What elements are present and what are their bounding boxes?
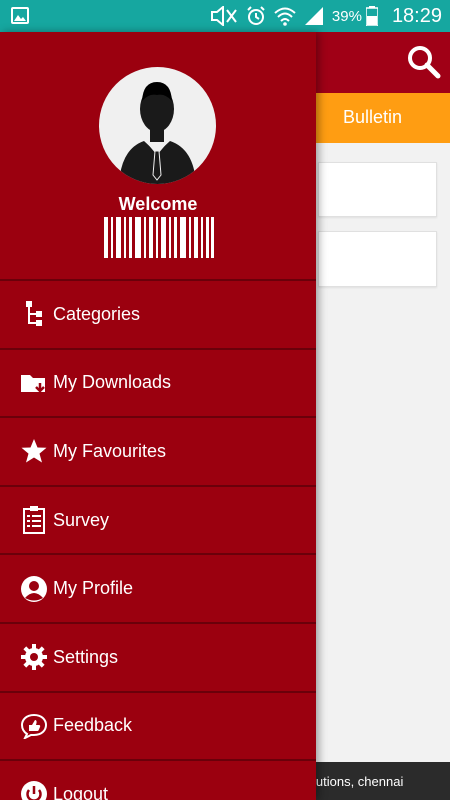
menu-item-label: My Downloads bbox=[53, 372, 172, 393]
clipboard-icon bbox=[20, 506, 48, 535]
menu-item-label: Survey bbox=[53, 509, 110, 530]
barcode-image bbox=[104, 217, 214, 258]
battery-percent: 39% bbox=[331, 7, 362, 25]
power-icon bbox=[20, 780, 48, 800]
drawer-menu: Categories My Downloads My Favourites Su… bbox=[0, 279, 316, 800]
menu-item-my-downloads[interactable]: My Downloads bbox=[0, 347, 316, 417]
menu-item-my-favourites[interactable]: My Favourites bbox=[0, 416, 316, 485]
feedback-icon bbox=[20, 712, 48, 740]
mute-icon bbox=[210, 6, 237, 26]
menu-item-label: Logout bbox=[53, 783, 109, 800]
menu-item-categories[interactable]: Categories bbox=[0, 279, 316, 348]
battery-icon bbox=[365, 6, 378, 26]
wifi-icon bbox=[274, 7, 296, 26]
bulletin-card[interactable] bbox=[318, 231, 437, 287]
status-bar: 39% 18:29 bbox=[0, 0, 450, 32]
menu-item-label: Feedback bbox=[53, 715, 133, 736]
search-icon[interactable] bbox=[406, 44, 442, 80]
menu-item-label: My Profile bbox=[53, 578, 134, 599]
menu-item-logout[interactable]: Logout bbox=[0, 759, 316, 800]
footer-text: lutions, chennai bbox=[313, 774, 404, 789]
profile-icon bbox=[20, 575, 48, 603]
user-silhouette-icon bbox=[119, 82, 196, 184]
categories-tree-icon bbox=[20, 300, 48, 328]
signal-icon bbox=[304, 7, 323, 25]
menu-item-survey[interactable]: Survey bbox=[0, 484, 316, 554]
gallery-notification-icon bbox=[11, 7, 29, 24]
avatar[interactable] bbox=[99, 67, 216, 184]
menu-item-label: Settings bbox=[53, 646, 119, 667]
navigation-drawer: Welcome Categories My Downloads My Favou… bbox=[0, 32, 316, 800]
alarm-icon bbox=[247, 6, 265, 25]
star-icon bbox=[20, 437, 48, 465]
menu-item-label: My Favourites bbox=[53, 440, 167, 461]
menu-item-my-profile[interactable]: My Profile bbox=[0, 553, 316, 622]
status-clock: 18:29 bbox=[391, 4, 442, 27]
welcome-text: Welcome bbox=[118, 194, 198, 214]
menu-item-feedback[interactable]: Feedback bbox=[0, 690, 316, 760]
menu-item-label: Categories bbox=[53, 303, 141, 324]
bulletin-card[interactable] bbox=[318, 162, 437, 217]
gear-icon bbox=[20, 643, 48, 671]
downloads-folder-icon bbox=[20, 369, 48, 397]
tab-bulletin[interactable]: Bulletin bbox=[343, 107, 402, 128]
menu-item-settings[interactable]: Settings bbox=[0, 621, 316, 691]
